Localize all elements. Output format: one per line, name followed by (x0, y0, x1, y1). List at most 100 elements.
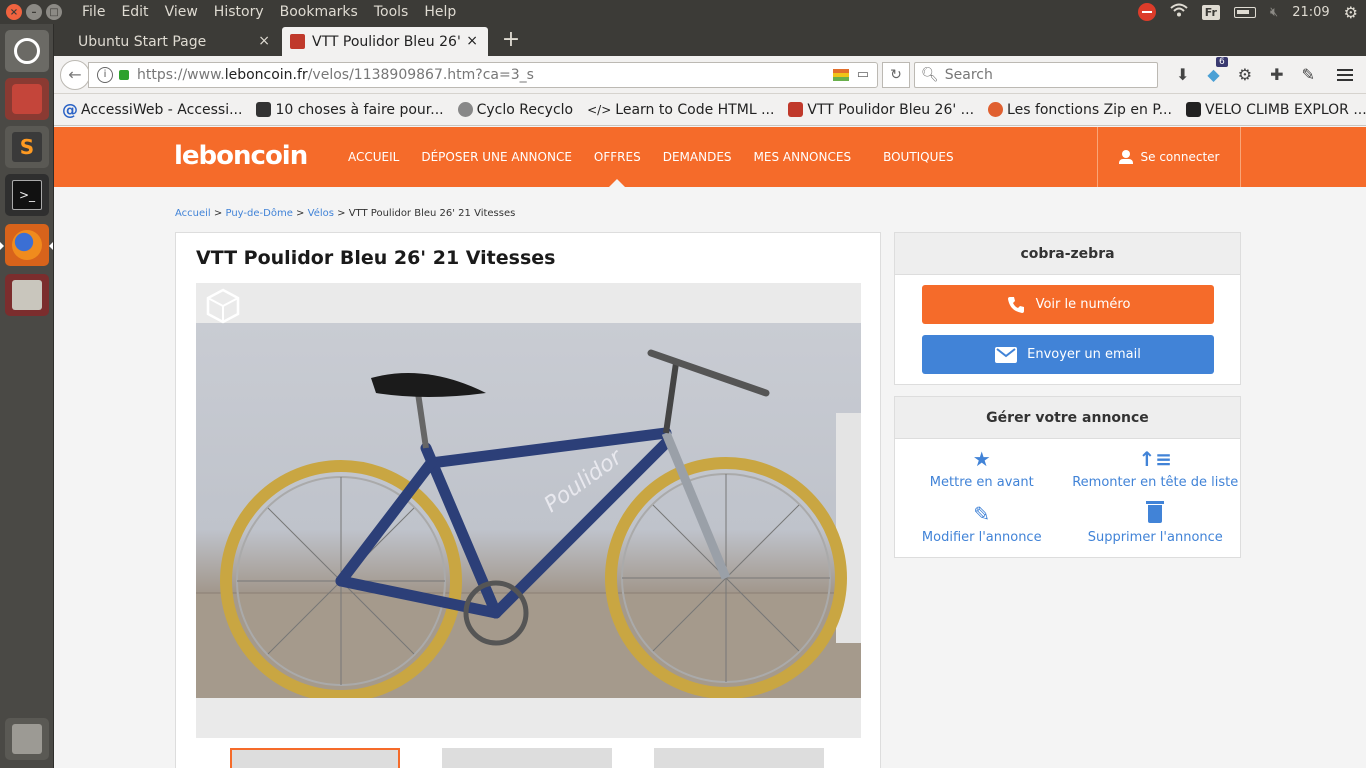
photo-thumbnail[interactable] (442, 748, 612, 768)
breadcrumb-velos[interactable]: Vélos (308, 208, 334, 219)
window-minimize-button[interactable]: – (26, 4, 42, 20)
search-placeholder: Search (944, 66, 993, 83)
edit-ad-button[interactable]: ✎ Modifier l'annonce (895, 502, 1069, 545)
system-settings-launcher[interactable] (5, 78, 49, 120)
puzzle-piece-icon[interactable]: ✚ (1270, 65, 1283, 84)
firefox-launcher[interactable] (5, 224, 49, 266)
manage-actions: ★ Mettre en avant ↑≡ Remonter en tête de… (895, 447, 1242, 545)
bookmark-10-choses[interactable]: 10 choses à faire pour... (256, 102, 444, 118)
trash-bin-icon (12, 724, 42, 754)
new-tab-button[interactable]: + (498, 27, 524, 53)
toolbar-icons: ⬇ ◆ 6 ⚙ ✚ ✎ (1176, 57, 1315, 84)
menu-view[interactable]: View (157, 4, 206, 20)
gear-icon[interactable]: ⚙ (1238, 65, 1252, 84)
breadcrumb: Accueil > Puy-de-Dôme > Vélos > VTT Poul… (175, 208, 516, 219)
back-button[interactable]: ← (60, 59, 90, 90)
send-email-button[interactable]: Envoyer un email (922, 335, 1214, 374)
dash-home-button[interactable] (5, 30, 49, 72)
delete-ad-button[interactable]: Supprimer l'annonce (1069, 501, 1243, 545)
leboncoin-favicon-icon (788, 102, 804, 117)
settings-gear-icon[interactable]: ⚙ (1344, 3, 1358, 22)
bump-ad-button[interactable]: ↑≡ Remonter en tête de liste (1069, 447, 1243, 490)
keyboard-layout-indicator[interactable]: Fr (1201, 4, 1220, 20)
photo-thumbnail[interactable] (654, 748, 824, 768)
breadcrumb-current: VTT Poulidor Bleu 26' 21 Vitesses (348, 208, 516, 219)
feature-ad-button[interactable]: ★ Mettre en avant (895, 447, 1069, 490)
bookmark-accessiweb[interactable]: @ AccessiWeb - Accessi... (62, 102, 242, 118)
window-close-button[interactable]: × (6, 4, 22, 20)
menu-bookmarks[interactable]: Bookmarks (272, 4, 366, 20)
trash-launcher[interactable] (5, 718, 49, 760)
hamburger-menu-icon[interactable] (1336, 68, 1353, 81)
window-controls: × – □ (6, 4, 62, 20)
bookmark-favicon-icon (988, 102, 1004, 117)
file-cabinet-launcher[interactable] (5, 274, 49, 316)
nav-demandes[interactable]: DEMANDES (652, 127, 743, 187)
manage-ad-card: Gérer votre annonce ★ Mettre en avant ↑≡… (894, 396, 1241, 558)
leboncoin-favicon-icon (290, 34, 305, 49)
terminal-launcher[interactable]: >_ (5, 174, 49, 216)
reload-icon[interactable]: ↻ (882, 61, 910, 88)
bookmark-cyclo-recyclo[interactable]: Cyclo Recyclo (457, 102, 573, 118)
breadcrumb-puy-de-dome[interactable]: Puy-de-Dôme (225, 208, 292, 219)
bookmark-vtt-poulidor[interactable]: VTT Poulidor Bleu 26' ... (788, 102, 974, 118)
site-info-icon[interactable]: i (97, 66, 113, 83)
code-brackets-icon: </> (587, 102, 612, 117)
page-actions-icon[interactable] (832, 68, 849, 81)
tab-label: Ubuntu Start Page (78, 33, 207, 50)
reader-view-icon[interactable]: ▭ (857, 67, 869, 82)
tab-close-icon[interactable]: × (258, 33, 270, 49)
browser-tab-bar: Ubuntu Start Page × VTT Poulidor Bleu 26… (54, 24, 1366, 56)
send-email-label: Envoyer un email (1027, 347, 1141, 362)
tab-close-icon[interactable]: × (466, 33, 478, 49)
window-maximize-button[interactable]: □ (46, 4, 62, 20)
url-text[interactable]: https://www.leboncoin.fr/velos/113890986… (137, 67, 534, 83)
extension-bot-icon[interactable]: ◆ 6 (1207, 57, 1228, 84)
nav-deposer-annonce[interactable]: DÉPOSER UNE ANNONCE (410, 127, 583, 187)
sublime-text-launcher[interactable]: S (5, 126, 49, 168)
ad-main-photo[interactable]: Poulidor (196, 323, 861, 698)
extension-badge-count: 6 (1215, 57, 1228, 67)
nav-offres[interactable]: OFFRES (583, 127, 652, 187)
sublime-text-icon: S (12, 132, 42, 162)
battery-icon[interactable] (1233, 6, 1256, 18)
menu-help[interactable]: Help (416, 4, 464, 20)
nav-accueil[interactable]: ACCUEIL (337, 127, 410, 187)
breadcrumb-accueil[interactable]: Accueil (175, 208, 211, 219)
seller-name[interactable]: cobra-zebra (895, 233, 1240, 275)
envelope-icon (995, 346, 1018, 363)
bookmark-velo-climb[interactable]: VELO CLIMB EXPLOR ... (1185, 102, 1366, 118)
terminal-icon: >_ (12, 180, 42, 210)
search-icon: 🔍︎ (921, 66, 939, 83)
tab-vtt-poulidor[interactable]: VTT Poulidor Bleu 26' 2 × (282, 27, 488, 56)
system-top-panel: × – □ File Edit View History Bookmarks T… (0, 0, 1366, 24)
ad-card: VTT Poulidor Bleu 26' 21 Vitesses Poulid… (175, 232, 881, 768)
tab-ubuntu-start-page[interactable]: Ubuntu Start Page × (54, 27, 280, 56)
file-cabinet-icon (12, 280, 42, 310)
nav-boutiques[interactable]: BOUTIQUES (872, 127, 965, 187)
menu-history[interactable]: History (206, 4, 272, 20)
bookmark-learn-to-code[interactable]: </> Learn to Code HTML ... (587, 102, 774, 118)
site-logo[interactable]: leboncoin (174, 141, 308, 171)
show-phone-button[interactable]: Voir le numéro (922, 285, 1214, 324)
photo-thumbnail[interactable] (230, 748, 400, 768)
bicycle-illustration: Poulidor (196, 349, 861, 698)
browser-nav-bar: ← i https://www.leboncoin.fr/velos/11389… (54, 56, 1366, 94)
bookmark-fonctions-zip[interactable]: Les fonctions Zip en P... (988, 102, 1172, 118)
login-button[interactable]: Se connecter (1097, 127, 1241, 187)
clock[interactable]: 21:09 (1292, 5, 1329, 20)
wifi-icon[interactable] (1170, 3, 1188, 21)
firefox-icon (12, 230, 42, 260)
download-icon[interactable]: ⬇ (1176, 65, 1189, 84)
eyedropper-icon[interactable]: ✎ (1301, 65, 1314, 84)
menu-tools[interactable]: Tools (366, 4, 417, 20)
focused-indicator (49, 242, 53, 250)
search-box[interactable]: 🔍︎ Search (914, 61, 1158, 88)
system-tray: Fr 🔇︎ 21:09 ⚙ (1137, 3, 1358, 22)
url-bar[interactable]: i https://www.leboncoin.fr/velos/1138909… (88, 61, 878, 88)
menu-edit[interactable]: Edit (113, 4, 156, 20)
menu-file[interactable]: File (74, 4, 113, 20)
no-entry-icon[interactable] (1137, 3, 1156, 21)
volume-icon[interactable]: 🔇︎ (1270, 5, 1278, 20)
nav-mes-annonces[interactable]: MES ANNONCES (743, 127, 863, 187)
